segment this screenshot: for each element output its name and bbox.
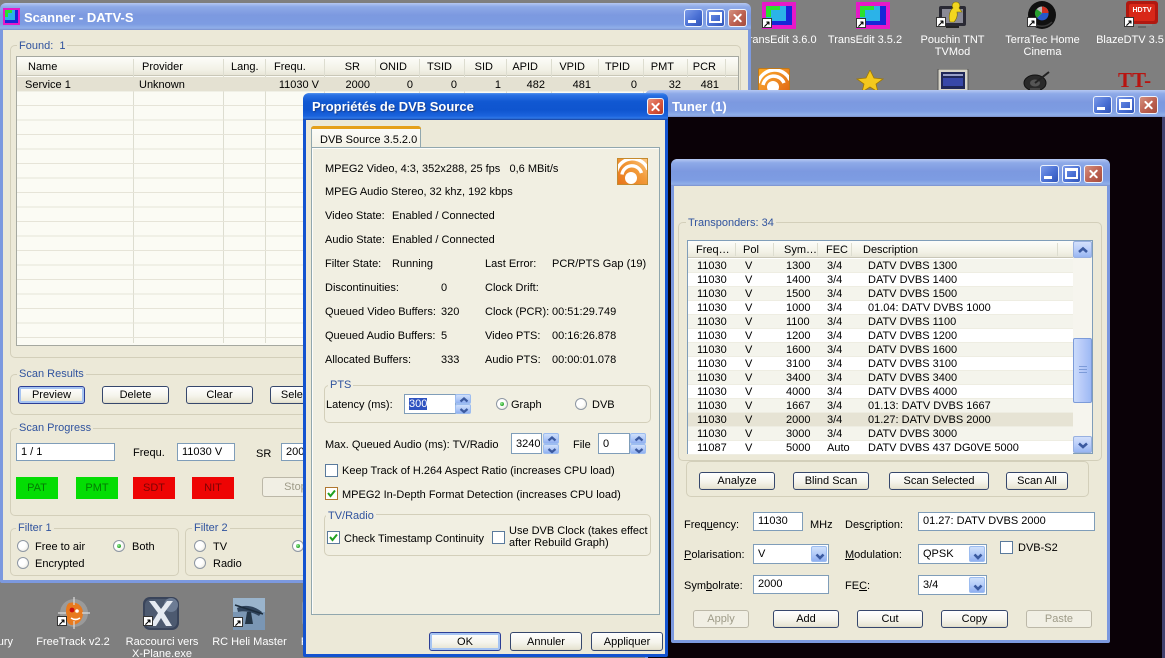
svg-text:TT-: TT- bbox=[1118, 69, 1151, 92]
svg-text:HDTV: HDTV bbox=[1132, 7, 1151, 14]
